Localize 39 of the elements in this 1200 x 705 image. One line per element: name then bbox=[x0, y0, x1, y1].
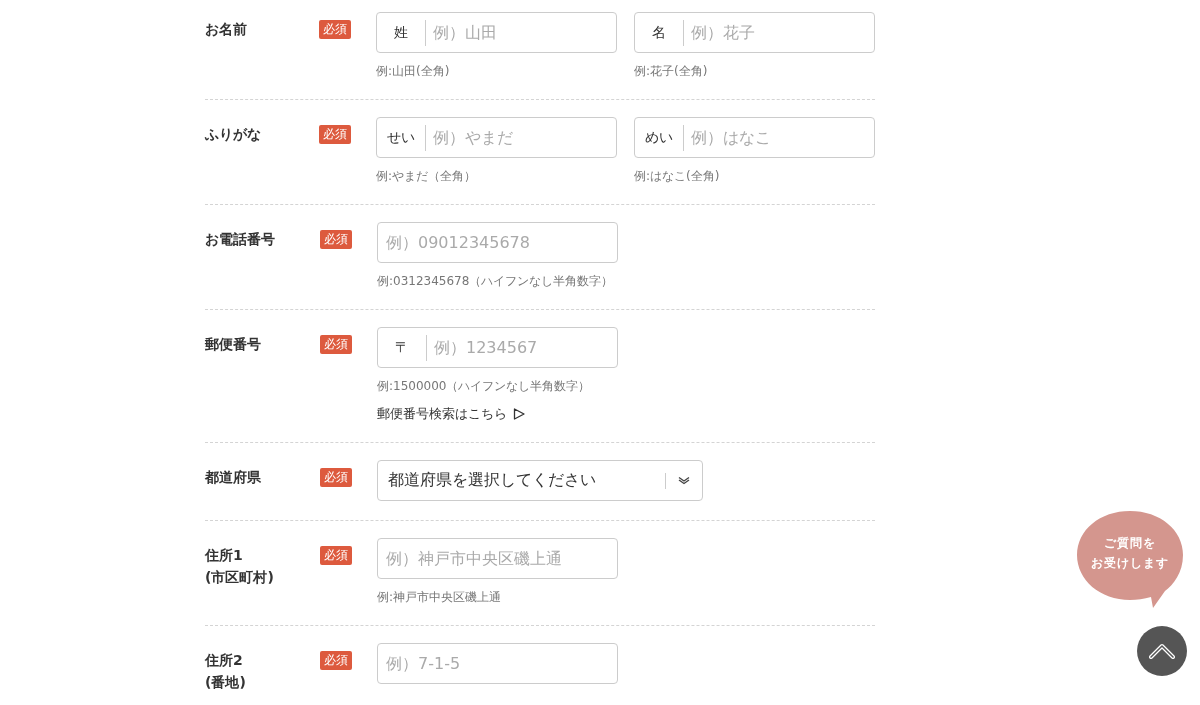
field-label: (番地) bbox=[205, 673, 247, 692]
field-prefix: 名 bbox=[651, 24, 667, 41]
required-badge: 必須 bbox=[319, 125, 352, 144]
chevron-down-icon bbox=[678, 476, 690, 485]
chevron-up-icon bbox=[1149, 643, 1175, 659]
field-hint: 例:1500000（ハイフンなし半角数字） bbox=[377, 378, 592, 395]
field-label: ふりがな bbox=[205, 125, 262, 144]
field-hint: 例:山田(全角) bbox=[376, 63, 451, 80]
field-label: お名前 bbox=[205, 20, 248, 39]
postal-search-link[interactable]: 郵便番号検索はこちら bbox=[377, 405, 525, 423]
field-prefix: めい bbox=[644, 129, 674, 146]
required-badge: 必須 bbox=[319, 20, 352, 39]
field-label: (市区町村) bbox=[205, 568, 275, 587]
field-label: お電話番号 bbox=[205, 230, 276, 249]
field-label: 住所1 bbox=[205, 546, 244, 565]
required-badge: 必須 bbox=[320, 651, 352, 670]
required-badge: 必須 bbox=[320, 468, 352, 487]
scroll-top-button[interactable] bbox=[1137, 626, 1187, 676]
text-field[interactable]: 例）09012345678 bbox=[377, 222, 618, 263]
field-label: 住所2 bbox=[205, 651, 244, 670]
bubble-text: お受けします bbox=[1090, 555, 1170, 572]
field-prefix: 姓 bbox=[393, 24, 409, 41]
text-field[interactable]: 例）7-1-5 bbox=[377, 643, 618, 684]
play-icon bbox=[513, 408, 525, 420]
field-hint: 例:花子(全角) bbox=[634, 63, 709, 80]
required-badge: 必須 bbox=[320, 546, 352, 565]
bubble-text: ご質問を bbox=[1103, 535, 1157, 552]
field-hint: 例:0312345678（ハイフンなし半角数字） bbox=[377, 273, 615, 290]
field-hint: 例:神戸市中央区磯上通 bbox=[377, 589, 503, 606]
text-field[interactable]: 例）神戸市中央区磯上通 bbox=[377, 538, 618, 579]
field-hint: 例:はなこ(全角) bbox=[634, 168, 721, 185]
prefecture-select[interactable]: 都道府県を選択してください bbox=[377, 460, 703, 501]
required-badge: 必須 bbox=[320, 335, 352, 354]
field-prefix: 〒 bbox=[394, 339, 410, 356]
field-prefix: せい bbox=[386, 129, 416, 146]
field-label: 都道府県 bbox=[205, 468, 262, 487]
field-label: 郵便番号 bbox=[205, 335, 262, 354]
field-hint: 例:やまだ（全角） bbox=[376, 168, 478, 185]
required-badge: 必須 bbox=[320, 230, 352, 249]
